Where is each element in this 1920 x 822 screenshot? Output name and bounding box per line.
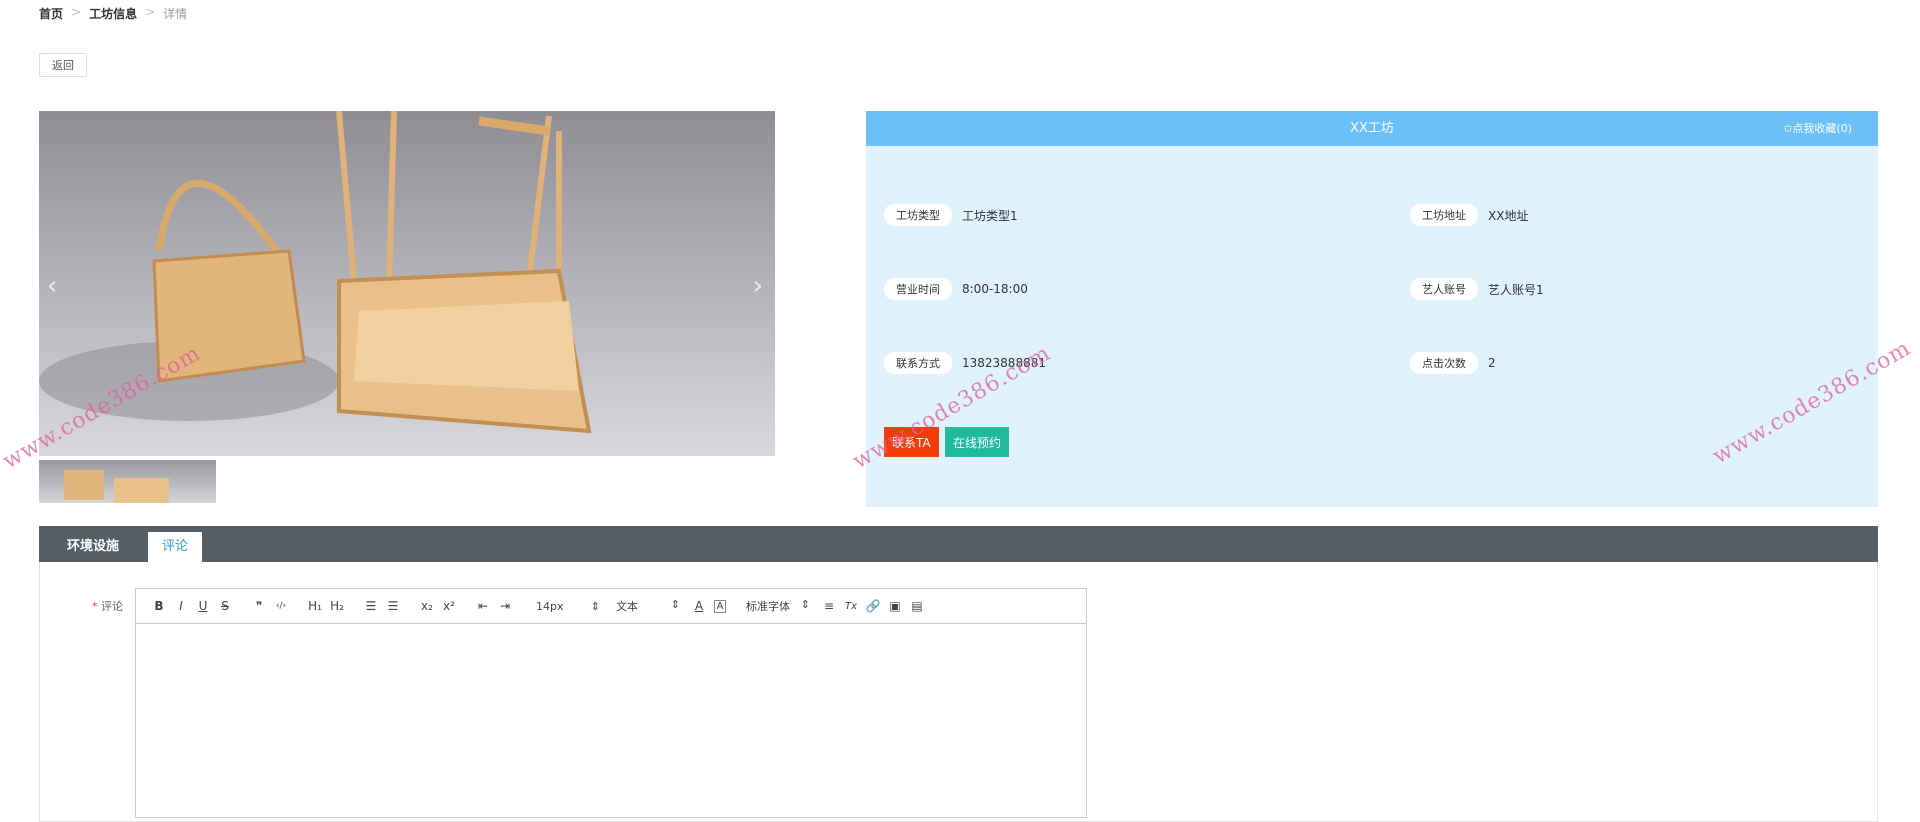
thumbnail[interactable] (39, 460, 216, 503)
editor-toolbar: B I U S ❞ ‹/› H₁ H₂ ☰ ☰ x₂ x² ⇤ ⇥ 14px ⇕ … (136, 589, 1086, 624)
basket-photo (39, 111, 592, 434)
font-color-icon[interactable]: A (688, 599, 710, 613)
panel-header: XX工坊 ✩点我收藏(0) (866, 111, 1878, 146)
info-panel: XX工坊 ✩点我收藏(0) 工坊类型 工坊类型1 工坊地址 XX地址 营业时间 8:0… (866, 111, 1878, 507)
field-value: 2 (1488, 356, 1496, 370)
comment-label-text: 评论 (101, 600, 123, 613)
code-icon[interactable]: ‹/› (270, 601, 292, 611)
image-icon[interactable]: ▣ (884, 599, 906, 613)
tab-bar: 环境设施 评论 (39, 526, 1878, 562)
size-value: 14px (536, 599, 564, 613)
tab-comments[interactable]: 评论 (148, 532, 203, 562)
field-value: 艺人账号1 (1488, 282, 1544, 297)
clean-format-icon[interactable]: Tx (840, 601, 862, 612)
breadcrumb-separator: > (145, 5, 156, 19)
comment-label: * 评论 (92, 598, 123, 614)
breadcrumb: 首页 > 工坊信息 > 详情 (39, 5, 187, 22)
breadcrumb-home[interactable]: 首页 (39, 5, 63, 22)
tab-facilities[interactable]: 环境设施 (53, 532, 133, 562)
field-label: 艺人账号 (1410, 278, 1478, 300)
breadcrumb-separator: > (71, 5, 82, 19)
field-value: 8:00-18:00 (962, 282, 1028, 296)
field-value: XX地址 (1488, 208, 1529, 223)
contact-button[interactable]: 联系TA (884, 427, 939, 457)
rich-text-editor: B I U S ❞ ‹/› H₁ H₂ ☰ ☰ x₂ x² ⇤ ⇥ 14px ⇕ … (135, 588, 1087, 818)
field-value: 13823888881 (962, 356, 1046, 370)
h1-icon[interactable]: H₁ (304, 599, 326, 613)
breadcrumb-current: 详情 (163, 7, 188, 21)
header-value: 文本 (616, 600, 638, 613)
background-color-icon[interactable]: A (714, 599, 726, 613)
field-label: 点击次数 (1410, 352, 1478, 374)
blockquote-icon[interactable]: ❞ (248, 599, 270, 613)
field-address: 工坊地址 XX地址 (1410, 204, 1528, 226)
required-mark: * (92, 600, 98, 613)
superscript-icon[interactable]: x² (438, 599, 460, 613)
subscript-icon[interactable]: x₂ (416, 599, 438, 613)
bold-icon[interactable]: B (148, 599, 170, 613)
field-type: 工坊类型 工坊类型1 (884, 204, 1018, 226)
outdent-icon[interactable]: ⇤ (472, 599, 494, 613)
field-artist: 艺人账号 艺人账号1 (1410, 278, 1544, 300)
field-hours: 营业时间 8:00-18:00 (884, 278, 1028, 300)
italic-icon[interactable]: I (170, 599, 192, 613)
carousel-image: ‹ › (39, 111, 775, 456)
field-contact: 联系方式 13823888881 (884, 352, 1046, 374)
indent-icon[interactable]: ⇥ (494, 599, 516, 613)
ordered-list-icon[interactable]: ☰ (360, 599, 382, 613)
font-select[interactable]: 标准字体 ⇕ (738, 598, 818, 614)
field-label: 联系方式 (884, 352, 952, 374)
font-value: 标准字体 (746, 600, 790, 613)
video-icon[interactable]: ▤ (906, 599, 928, 613)
size-select[interactable]: 14px ⇕ (528, 600, 608, 613)
editor-textarea[interactable] (136, 624, 1086, 818)
h2-icon[interactable]: H₂ (326, 599, 348, 613)
link-icon[interactable]: 🔗 (862, 599, 884, 613)
carousel-next-button[interactable]: › (753, 271, 763, 301)
chevron-updown-icon: ⇕ (590, 599, 600, 613)
field-value: 工坊类型1 (962, 208, 1018, 223)
back-button[interactable]: 返回 (39, 53, 87, 77)
carousel-prev-button[interactable]: ‹ (47, 271, 57, 301)
field-clicks: 点击次数 2 (1410, 352, 1496, 374)
underline-icon[interactable]: U (192, 599, 214, 613)
favorite-button[interactable]: ✩点我收藏(0) (1783, 111, 1852, 146)
strike-icon[interactable]: S (214, 599, 236, 613)
header-select[interactable]: 文本 ⇕ (608, 598, 688, 614)
workshop-title: XX工坊 (1350, 121, 1394, 136)
chevron-updown-icon: ⇕ (800, 598, 810, 611)
field-label: 营业时间 (884, 278, 952, 300)
field-label: 工坊地址 (1410, 204, 1478, 226)
bullet-list-icon[interactable]: ☰ (382, 599, 404, 613)
align-icon[interactable]: ≡ (818, 599, 840, 613)
breadcrumb-section[interactable]: 工坊信息 (89, 5, 137, 22)
book-button[interactable]: 在线预约 (945, 427, 1010, 457)
chevron-updown-icon: ⇕ (670, 598, 680, 611)
field-label: 工坊类型 (884, 204, 952, 226)
